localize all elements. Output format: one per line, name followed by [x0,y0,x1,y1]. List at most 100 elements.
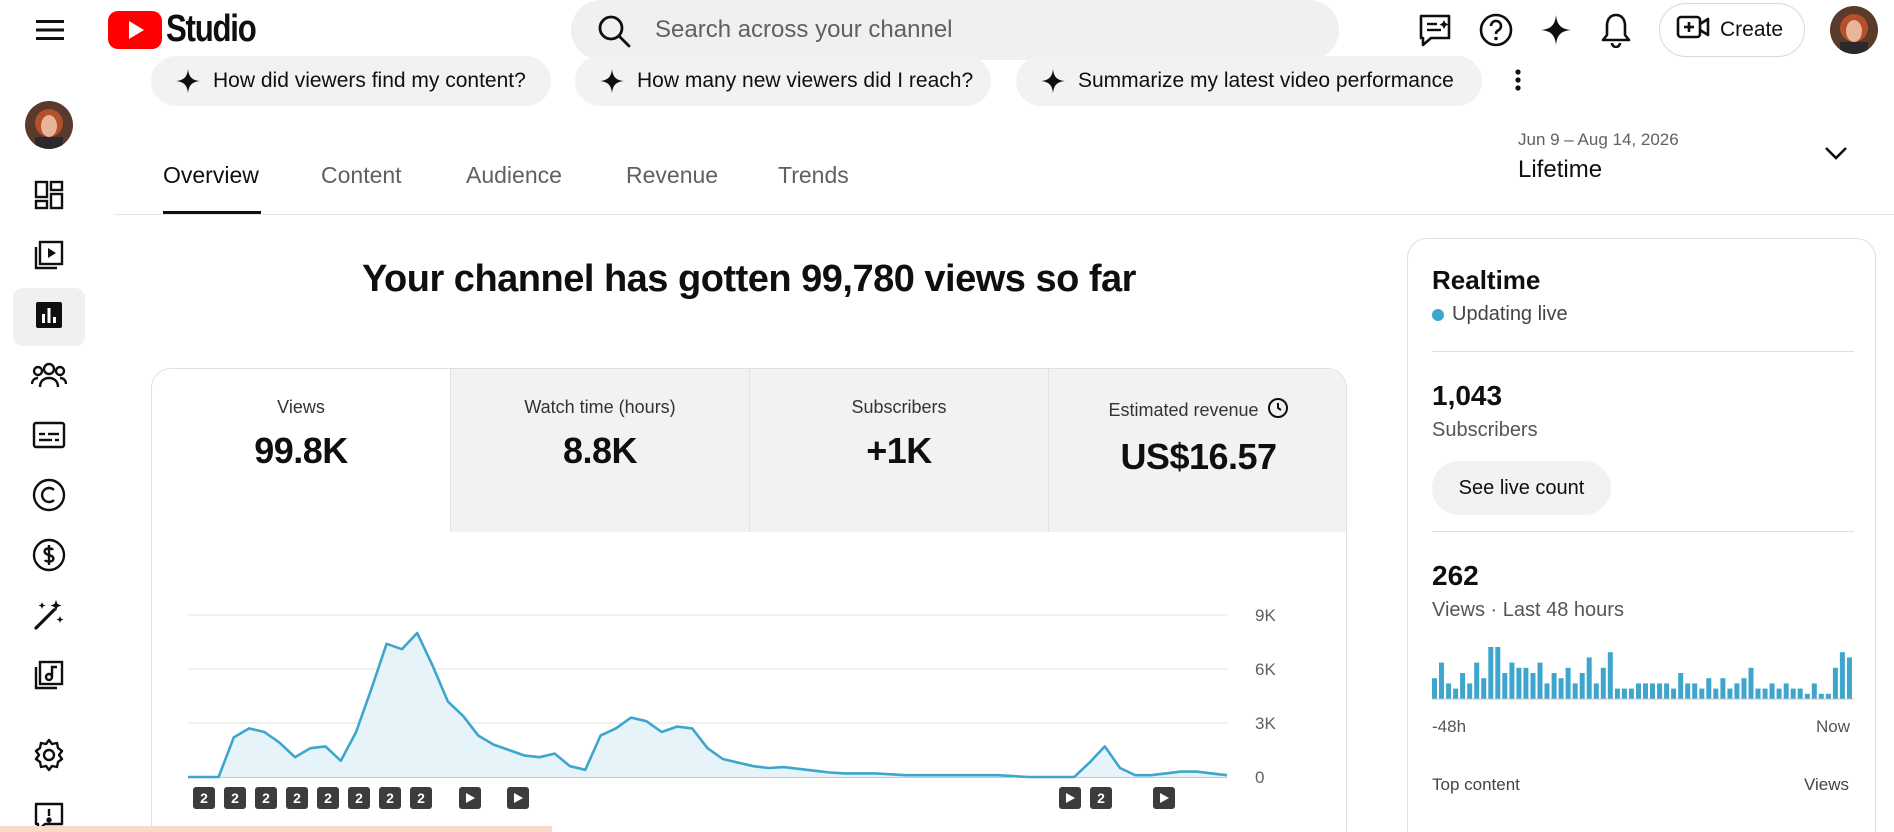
realtime-bar[interactable] [1664,683,1670,699]
realtime-bar[interactable] [1657,683,1663,699]
search-input[interactable] [655,14,1295,46]
tab-content[interactable]: Content [321,162,402,189]
video-marker-count[interactable]: 2 [1090,787,1112,809]
realtime-bar[interactable] [1727,688,1733,699]
realtime-bar[interactable] [1734,683,1740,699]
realtime-bar[interactable] [1621,688,1627,699]
realtime-bar[interactable] [1586,657,1592,699]
realtime-bar[interactable] [1825,693,1831,699]
video-marker-play[interactable] [1059,787,1081,809]
tab-audience[interactable]: Audience [466,162,562,189]
realtime-bar[interactable] [1685,683,1691,699]
search-bar[interactable] [571,0,1339,60]
realtime-bar[interactable] [1474,662,1480,699]
tab-trends[interactable]: Trends [778,162,849,189]
sidebar-item-settings[interactable] [13,728,85,786]
realtime-bar[interactable] [1713,688,1719,699]
video-marker-play[interactable] [1153,787,1175,809]
video-marker-count[interactable]: 2 [379,787,401,809]
realtime-bar[interactable] [1432,678,1437,699]
realtime-bar[interactable] [1607,652,1613,699]
realtime-bar[interactable] [1453,688,1459,699]
realtime-bar[interactable] [1790,688,1796,699]
sparkle-icon[interactable] [1536,10,1576,50]
channel-avatar[interactable] [25,101,73,149]
realtime-bar[interactable] [1776,688,1782,699]
video-marker-count[interactable]: 2 [348,787,370,809]
video-marker-count[interactable]: 2 [193,787,215,809]
realtime-bar[interactable] [1699,688,1705,699]
video-marker-count[interactable]: 2 [410,787,432,809]
realtime-bar[interactable] [1481,678,1487,699]
realtime-bar[interactable] [1488,647,1494,699]
realtime-bar[interactable] [1839,652,1845,699]
tab-revenue[interactable]: Revenue [626,162,718,189]
create-button[interactable]: Create [1659,3,1805,57]
realtime-bar[interactable] [1692,683,1698,699]
menu-icon[interactable] [30,10,70,50]
chevron-down-icon[interactable] [1824,146,1848,165]
realtime-bar[interactable] [1523,667,1529,699]
realtime-bar[interactable] [1495,647,1501,699]
realtime-bar[interactable] [1818,693,1824,699]
realtime-bar[interactable] [1572,683,1578,699]
more-vert-icon[interactable] [1514,68,1522,97]
sidebar-item-community[interactable] [13,348,85,406]
video-marker-play[interactable] [507,787,529,809]
sidebar-item-customization[interactable] [13,588,85,646]
realtime-bar[interactable] [1762,688,1768,699]
sidebar-item-audio-library[interactable] [13,648,85,706]
sidebar-item-subtitles[interactable] [13,408,85,466]
realtime-bar[interactable] [1706,678,1712,699]
realtime-bar[interactable] [1650,683,1655,699]
feedback-icon[interactable] [1415,10,1455,50]
realtime-bar[interactable] [1755,688,1761,699]
realtime-bar[interactable] [1847,657,1852,699]
realtime-bar[interactable] [1804,693,1810,699]
realtime-bar[interactable] [1811,683,1817,699]
realtime-bar[interactable] [1516,667,1522,699]
video-marker-play[interactable] [459,787,481,809]
realtime-bar[interactable] [1600,667,1606,699]
chip-summarize[interactable]: Summarize my latest video performance [1016,56,1482,106]
realtime-bar[interactable] [1593,683,1599,699]
video-marker-count[interactable]: 2 [255,787,277,809]
realtime-bar[interactable] [1502,673,1508,699]
chip-new-viewers[interactable]: How many new viewers did I reach? [575,56,991,106]
realtime-bar[interactable] [1509,662,1515,699]
realtime-bar[interactable] [1720,678,1726,699]
sidebar-item-content[interactable] [13,228,85,286]
see-live-count-button[interactable]: See live count [1432,461,1611,515]
search-icon[interactable] [597,14,631,53]
bell-icon[interactable] [1596,10,1636,50]
realtime-bar[interactable] [1544,683,1550,699]
tab-overview[interactable]: Overview [163,162,259,189]
realtime-bar[interactable] [1783,683,1789,699]
realtime-bar[interactable] [1614,688,1620,699]
realtime-bar[interactable] [1439,662,1444,699]
realtime-bar[interactable] [1460,673,1466,699]
studio-logo[interactable]: Studio [108,8,275,51]
sidebar-item-copyright[interactable] [13,468,85,526]
realtime-bar[interactable] [1678,673,1684,699]
video-marker-count[interactable]: 2 [286,787,308,809]
realtime-bar[interactable] [1628,688,1634,699]
realtime-bar[interactable] [1636,683,1641,699]
chip-viewers-find[interactable]: How did viewers find my content? [151,56,551,106]
realtime-bar[interactable] [1748,667,1754,699]
realtime-bar[interactable] [1671,688,1677,699]
sidebar-item-analytics[interactable] [13,288,85,346]
video-marker-count[interactable]: 2 [224,787,246,809]
help-icon[interactable] [1476,10,1516,50]
realtime-bar[interactable] [1741,678,1747,699]
sidebar-item-dashboard[interactable] [13,168,85,226]
realtime-bar[interactable] [1643,683,1648,699]
realtime-bar[interactable] [1565,667,1571,699]
realtime-bar[interactable] [1769,683,1775,699]
realtime-bar[interactable] [1579,673,1585,699]
realtime-bar[interactable] [1558,678,1564,699]
account-avatar[interactable] [1830,6,1878,54]
realtime-bar[interactable] [1832,667,1838,699]
sidebar-item-earn[interactable] [13,528,85,586]
realtime-bar[interactable] [1797,688,1803,699]
